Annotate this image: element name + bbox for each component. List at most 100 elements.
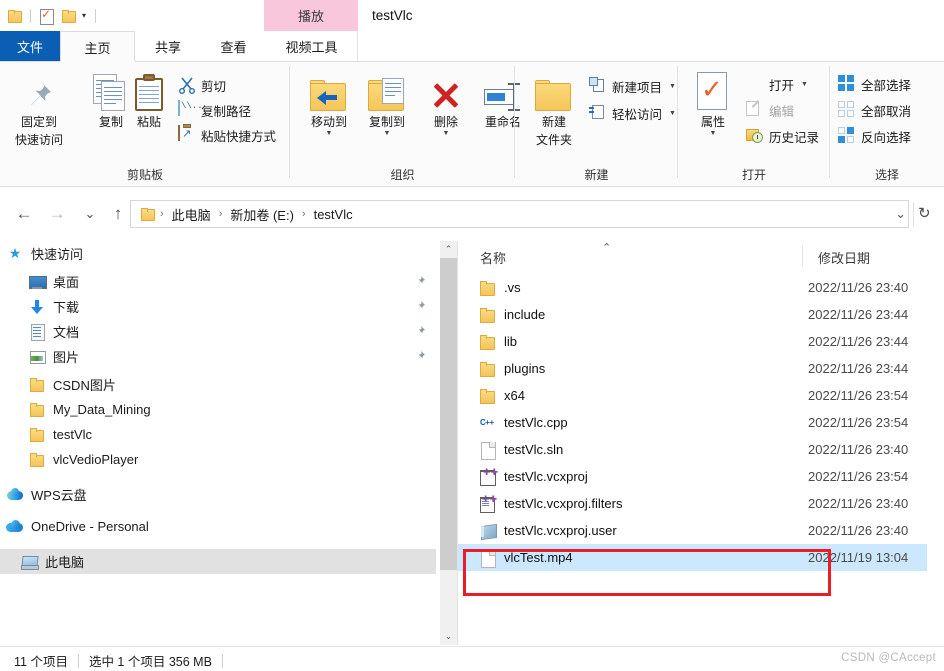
recent-locations-button[interactable]: ⌄ bbox=[78, 202, 102, 226]
address-bar[interactable]: › 此电脑 › 新加卷 (E:) › testVlc bbox=[130, 200, 909, 228]
sidebar-item[interactable]: 文档 bbox=[0, 319, 436, 344]
folder-icon[interactable] bbox=[8, 9, 22, 23]
breadcrumb-separator-2: › bbox=[301, 208, 306, 220]
status-divider bbox=[77, 653, 79, 668]
up-button[interactable]: ↑ bbox=[106, 202, 130, 226]
pin-icon[interactable] bbox=[414, 275, 426, 287]
tab-view[interactable]: 查看 bbox=[201, 31, 266, 62]
properties-button[interactable]: ✓ 属性 ▼ bbox=[682, 68, 744, 137]
contextual-tab-playback[interactable]: 播放 bbox=[264, 0, 358, 31]
new-folder-icon[interactable] bbox=[62, 9, 76, 23]
delete-x-icon bbox=[415, 68, 477, 112]
chevron-down-icon[interactable]: ▼ bbox=[356, 130, 418, 137]
file-name: testVlc.cpp bbox=[504, 415, 568, 430]
breadcrumb-item-testvlc[interactable]: testVlc bbox=[312, 207, 355, 222]
file-row[interactable]: testVlc.sln 2022/11/26 23:40 bbox=[458, 436, 944, 463]
chevron-down-icon[interactable]: ▼ bbox=[801, 81, 808, 88]
new-folder-icon bbox=[523, 68, 585, 112]
address-dropdown-icon[interactable]: ⌄ bbox=[895, 206, 906, 222]
file-list-header: 名称 ⌃ 修改日期 bbox=[458, 241, 944, 273]
paste-shortcut-button[interactable]: ↗ 粘贴快捷方式 bbox=[178, 124, 276, 146]
file-row[interactable]: lib 2022/11/26 23:44 bbox=[458, 328, 944, 355]
breadcrumb-item-volume-e[interactable]: 新加卷 (E:) bbox=[228, 205, 296, 224]
move-to-button[interactable]: 移动到 ▼ bbox=[298, 68, 360, 137]
tab-share[interactable]: 共享 bbox=[135, 31, 201, 62]
ribbon-group-organize: 移动到 ▼ 复制到 ▼ 删除 ▼ 重命名 组织 bbox=[290, 62, 521, 187]
pin-icon[interactable] bbox=[414, 300, 426, 312]
chevron-down-icon[interactable]: ▼ bbox=[682, 130, 744, 137]
column-divider[interactable] bbox=[802, 245, 803, 267]
file-row[interactable]: x64 2022/11/26 23:54 bbox=[458, 382, 944, 409]
paste-button[interactable]: 粘贴 bbox=[118, 68, 180, 130]
tab-file[interactable]: 文件 bbox=[0, 31, 60, 62]
column-header-name[interactable]: 名称 ⌃ bbox=[480, 241, 611, 273]
file-row[interactable]: ✚✚ testVlc.vcxproj.filters 2022/11/26 23:4… bbox=[458, 490, 944, 517]
sidebar-item[interactable]: 下载 bbox=[0, 294, 436, 319]
file-row[interactable]: vlcTest.mp4 2022/11/19 13:04 bbox=[458, 544, 944, 571]
invert-selection-button[interactable]: 反向选择 bbox=[838, 125, 911, 147]
file-row[interactable]: testVlc.vcxproj.user 2022/11/26 23:40 bbox=[458, 517, 944, 544]
chevron-down-icon[interactable]: ▾ bbox=[82, 11, 86, 20]
sidebar-item[interactable]: OneDrive - Personal bbox=[0, 514, 436, 539]
group-label-open: 打开 bbox=[741, 168, 766, 182]
open-button[interactable]: 打开 ▼ bbox=[746, 73, 808, 95]
file-name: include bbox=[504, 307, 546, 322]
history-button[interactable]: 历史记录 bbox=[746, 125, 819, 147]
copy-path-label: 复制路径 bbox=[201, 104, 252, 119]
tab-home[interactable]: 主页 bbox=[60, 31, 135, 62]
nav-scroll-thumb[interactable] bbox=[440, 258, 457, 570]
pin-icon[interactable] bbox=[414, 350, 426, 362]
file-row[interactable]: .vs 2022/11/26 23:40 bbox=[458, 274, 944, 301]
quick-access-toolbar: ▾ bbox=[8, 0, 105, 31]
pin-to-quick-access-button[interactable]: 固定到 快速访问 bbox=[8, 68, 70, 148]
copy-path-button[interactable]: \\.. 复制路径 bbox=[178, 99, 251, 121]
copy-to-button[interactable]: 复制到 ▼ bbox=[356, 68, 418, 137]
nav-scroll-up-icon[interactable]: ⌃ bbox=[440, 241, 457, 258]
file-row[interactable]: include 2022/11/26 23:44 bbox=[458, 301, 944, 328]
pin-icon bbox=[8, 68, 70, 112]
navigation-pane[interactable]: ★ 快速访问桌面 下载 文档 图片 CSDN图片 My_Data_Mining testVlc… bbox=[0, 241, 436, 645]
sidebar-item[interactable]: WPS云盘 bbox=[0, 482, 436, 507]
ribbon-group-select: 全部选择 全部取消 反向选择 选择 bbox=[830, 62, 944, 187]
download-icon bbox=[28, 298, 46, 316]
refresh-button[interactable]: ↻ bbox=[918, 204, 931, 222]
nav-scroll-down-icon[interactable]: ⌄ bbox=[440, 628, 457, 645]
edit-button: 编辑 bbox=[746, 99, 794, 121]
invert-selection-label: 反向选择 bbox=[861, 130, 912, 145]
forward-button[interactable]: → bbox=[45, 202, 69, 226]
easy-access-button[interactable]: 轻松访问 ▼ bbox=[589, 102, 676, 124]
chevron-down-icon[interactable]: ▼ bbox=[669, 83, 676, 90]
chevron-down-icon[interactable]: ▼ bbox=[415, 130, 477, 137]
sidebar-item[interactable]: testVlc bbox=[0, 422, 436, 447]
select-all-button[interactable]: 全部选择 bbox=[838, 73, 911, 95]
select-none-button[interactable]: 全部取消 bbox=[838, 99, 911, 121]
chevron-down-icon[interactable]: ▼ bbox=[669, 110, 676, 117]
file-date-modified: 2022/11/26 23:54 bbox=[808, 415, 909, 430]
chevron-down-icon[interactable]: ▼ bbox=[298, 130, 360, 137]
navigation-pane-scrollbar[interactable]: ⌃ ⌄ bbox=[440, 241, 457, 645]
cut-button[interactable]: 剪切 bbox=[178, 74, 226, 96]
file-row[interactable]: ✚✚ testVlc.vcxproj 2022/11/26 23:54 bbox=[458, 463, 944, 490]
file-row[interactable]: C++ testVlc.cpp 2022/11/26 23:54 bbox=[458, 409, 944, 436]
file-list-header-underline bbox=[458, 272, 944, 273]
sidebar-item[interactable]: vlcVedioPlayer bbox=[0, 447, 436, 472]
properties-checkmark-icon[interactable] bbox=[40, 7, 54, 25]
sidebar-item[interactable]: 图片 bbox=[0, 344, 436, 369]
sidebar-item[interactable]: 此电脑 bbox=[0, 549, 436, 574]
file-list[interactable]: .vs 2022/11/26 23:40 include 2022/11/26 23:… bbox=[458, 274, 944, 645]
sidebar-item[interactable]: 桌面 bbox=[0, 269, 436, 294]
sidebar-item[interactable]: My_Data_Mining bbox=[0, 397, 436, 422]
column-header-date[interactable]: 修改日期 bbox=[806, 241, 870, 273]
delete-button[interactable]: 删除 ▼ bbox=[415, 68, 477, 137]
new-folder-button[interactable]: 新建 文件夹 bbox=[523, 68, 585, 148]
sidebar-item[interactable]: ★ 快速访问 bbox=[0, 241, 436, 266]
paste-icon bbox=[118, 68, 180, 112]
sidebar-item[interactable]: CSDN图片 bbox=[0, 372, 436, 397]
back-button[interactable]: ← bbox=[12, 202, 36, 226]
file-row[interactable]: plugins 2022/11/26 23:44 bbox=[458, 355, 944, 382]
tab-video-tools[interactable]: 视频工具 bbox=[266, 31, 358, 62]
move-to-icon bbox=[298, 68, 360, 112]
pin-icon[interactable] bbox=[414, 325, 426, 337]
breadcrumb-item-this-pc[interactable]: 此电脑 bbox=[170, 205, 213, 224]
new-item-button[interactable]: 新建项目 ▼ bbox=[589, 75, 676, 97]
